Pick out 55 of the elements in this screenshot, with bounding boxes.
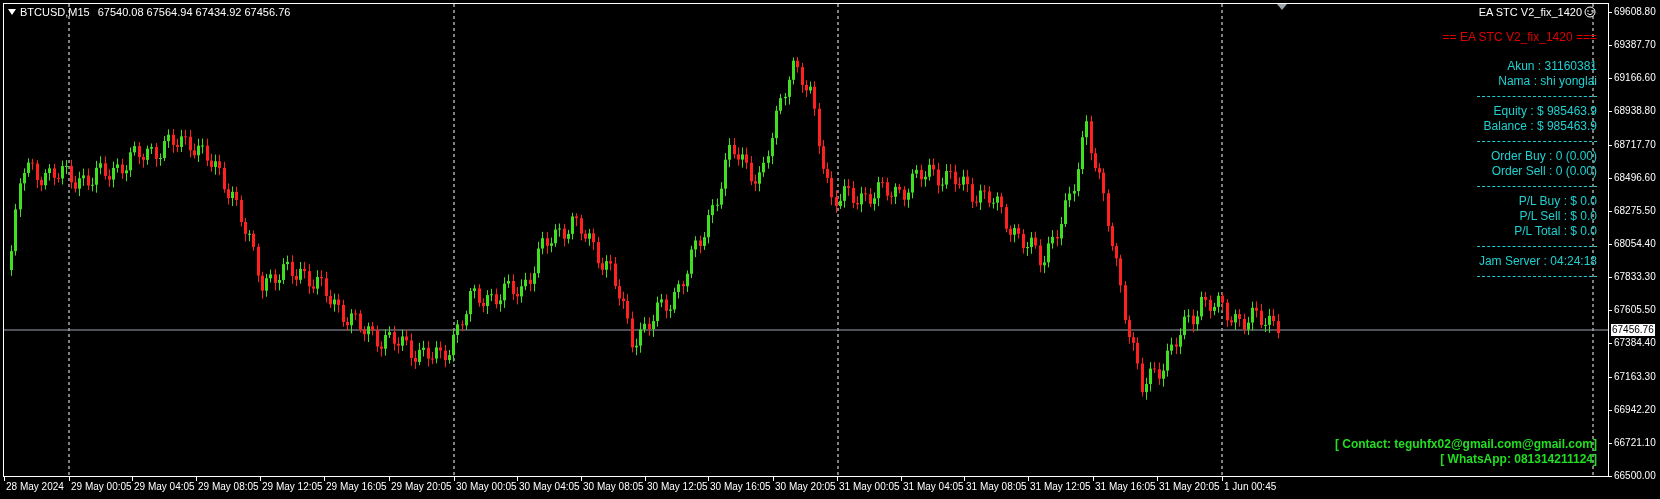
panel-line: Jam Server : 04:24:18 [1478, 254, 1597, 269]
price-label: 66942.20 [1614, 403, 1656, 416]
panel-line: P/L Sell : $ 0.0 [1519, 209, 1597, 224]
panel-line: Order Sell : 0 (0.00) [1491, 164, 1597, 179]
panel-title: == EA STC V2_fix_1420 === [1442, 30, 1597, 45]
price-label: 67605.50 [1614, 304, 1656, 317]
panel-line: Order Buy : 0 (0.00) [1490, 149, 1597, 164]
time-label: 29 May 08:05 [198, 481, 259, 493]
current-price-label: 67456.76 [1611, 324, 1655, 336]
time-label: 30 May 00:05 [456, 481, 517, 493]
expert-name: EA STC V2_fix_1420 [1478, 5, 1582, 19]
price-label: 68717.70 [1614, 138, 1656, 151]
time-label: 30 May 20:05 [775, 481, 836, 493]
symbol-label: BTCUSD,M15 [20, 5, 90, 19]
time-label: 31 May 08:05 [966, 481, 1027, 493]
time-label: 30 May 16:05 [710, 481, 771, 493]
panel-line: Akun : 31160381 [1507, 59, 1597, 74]
quote-values: 67540.08 67564.94 67434.92 67456.76 [97, 5, 291, 19]
price-label: 69387.70 [1614, 39, 1656, 52]
time-label: 28 May 2024 [6, 481, 64, 493]
time-label: 1 Jun 00:45 [1224, 481, 1277, 493]
price-label: 69608.80 [1614, 6, 1656, 18]
dropdown-triangle-icon[interactable] [8, 9, 16, 15]
marker-triangle-icon [1277, 4, 1287, 10]
time-label: 30 May 12:05 [647, 481, 708, 493]
time-label: 31 May 12:05 [1030, 481, 1091, 493]
time-label: 31 May 04:05 [903, 481, 964, 493]
price-label: 68938.80 [1614, 105, 1656, 118]
price-label: 67833.30 [1614, 271, 1656, 284]
time-label: 29 May 20:05 [391, 481, 452, 493]
time-label: 29 May 16:05 [326, 481, 387, 493]
time-label: 30 May 08:05 [583, 481, 644, 493]
contact-line: [ Contact: teguhfx02@gmail.com@gmail.com] [1334, 437, 1597, 452]
price-label: 67163.30 [1614, 370, 1656, 383]
time-label: 31 May 00:05 [839, 481, 900, 493]
panel-line: Equity : $ 985463.9 [1493, 104, 1597, 119]
panel-line: Nama : shi yonglai [1498, 74, 1597, 89]
price-label: 68496.60 [1614, 171, 1656, 184]
price-label: 68275.50 [1614, 204, 1656, 217]
price-label: 69166.60 [1614, 72, 1656, 85]
time-label: 31 May 16:05 [1095, 481, 1156, 493]
time-label: 29 May 12:05 [262, 481, 323, 493]
time-label: 31 May 20:05 [1159, 481, 1220, 493]
panel-line: Balance : $ 985463.9 [1483, 119, 1597, 134]
contact-line: [ WhatsApp: 081314211124] [1440, 452, 1597, 467]
price-label: 67384.40 [1614, 337, 1656, 350]
price-label: 66500.00 [1614, 470, 1656, 482]
time-label: 30 May 04:05 [519, 481, 580, 493]
smiley-icon [1584, 6, 1596, 18]
price-label: 66721.10 [1614, 436, 1656, 449]
time-label: 29 May 00:05 [71, 481, 132, 493]
panel-line: P/L Buy : $ 0.0 [1518, 194, 1597, 209]
price-label: 68054.40 [1614, 238, 1656, 250]
panel-line: P/L Total : $ 0.0 [1514, 224, 1597, 239]
time-label: 29 May 04:05 [134, 481, 195, 493]
